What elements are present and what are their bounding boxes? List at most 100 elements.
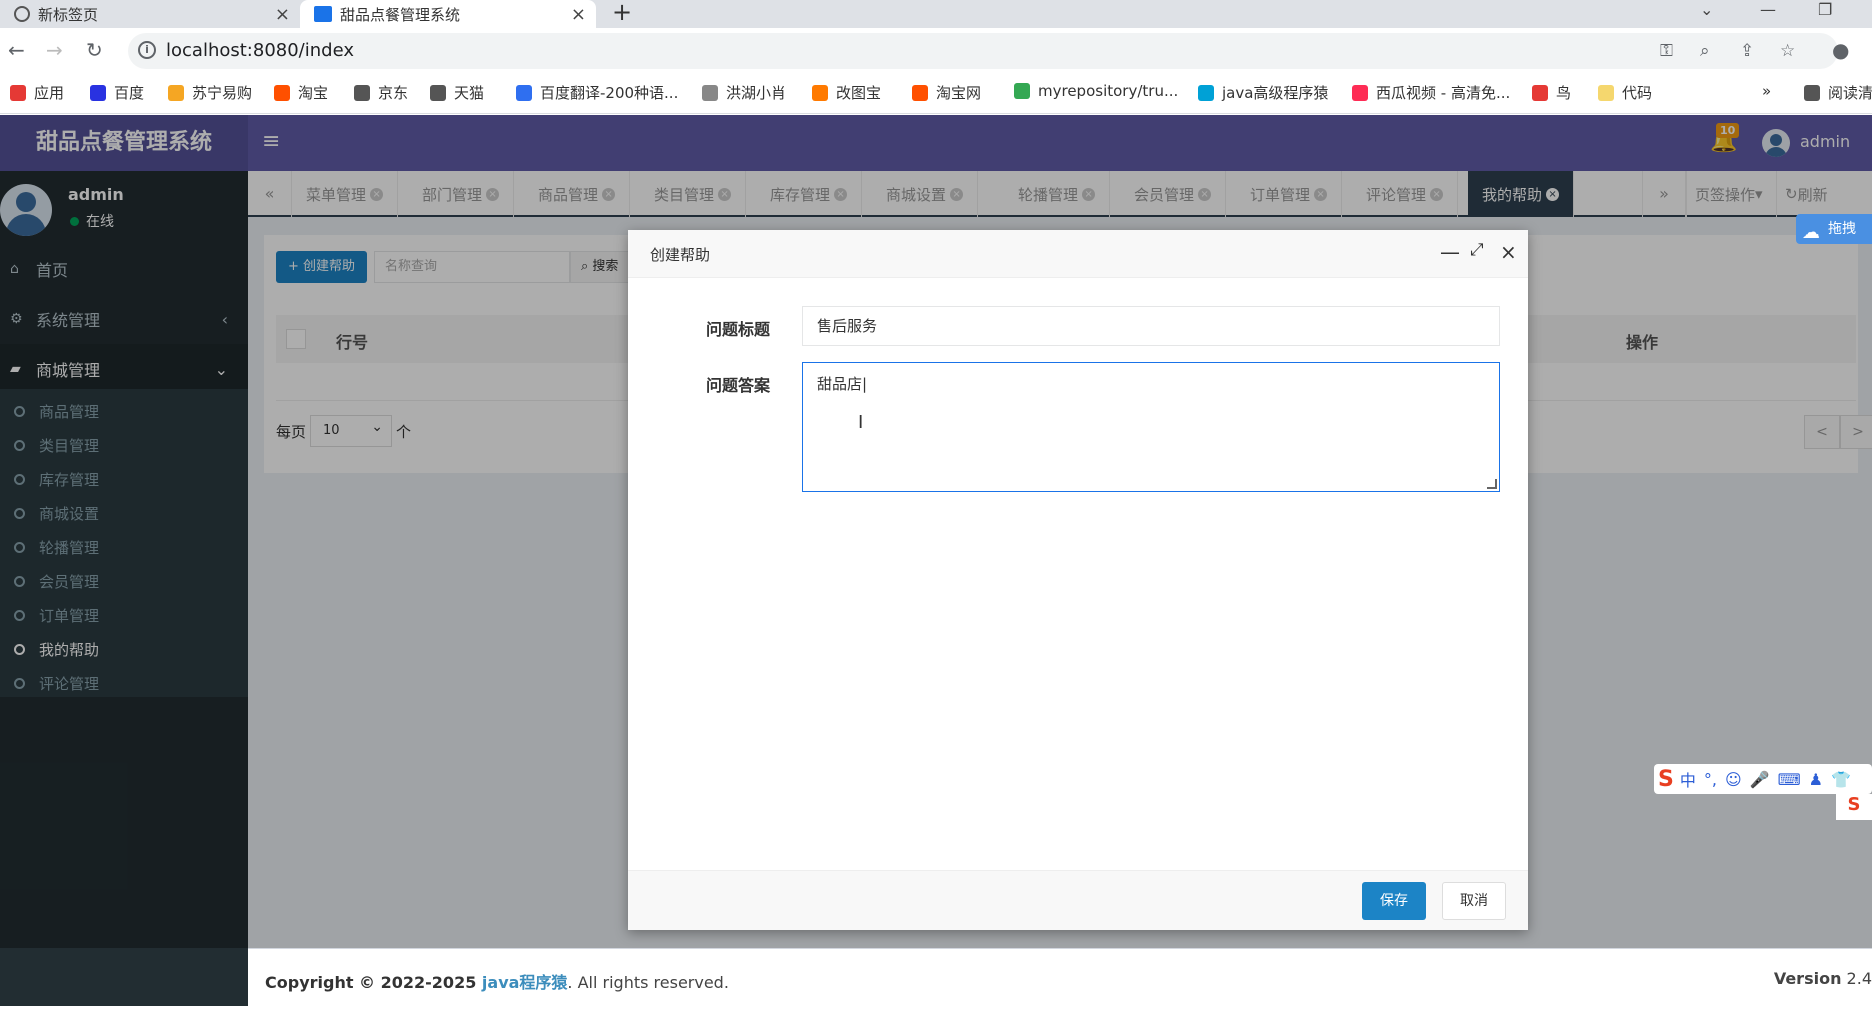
keyboard-icon[interactable]: ⌨	[1778, 770, 1801, 789]
bookmark-favicon-icon	[1532, 84, 1548, 101]
bookmark-item[interactable]: 改图宝	[812, 82, 881, 103]
version-value: 2.4	[1846, 969, 1872, 988]
browser-tab-title: 新标签页	[38, 5, 99, 24]
close-icon[interactable]: ×	[571, 4, 586, 25]
bookmark-label: 天猫	[454, 84, 485, 102]
bookmark-label: 淘宝网	[936, 84, 982, 102]
reload-icon[interactable]: ↻	[86, 38, 103, 62]
version-label: Version	[1773, 969, 1842, 988]
punctuation-icon[interactable]: °,	[1704, 770, 1717, 789]
bookmark-label: 鸟	[1556, 84, 1572, 102]
bookmark-item[interactable]: 淘宝网	[912, 82, 981, 103]
skin-icon[interactable]: 👕	[1831, 770, 1851, 789]
dialog-title: 创建帮助	[650, 246, 711, 264]
bookmarks-bar: 应用 百度 苏宁易购 淘宝 京东 天猫 百度翻译-200种语... 洪湖小肖 改图宝 淘宝网 myr…	[0, 74, 1872, 114]
ime-toolbar[interactable]: S 中 °, ☺ 🎤 ⌨ ♟ 👕	[1654, 764, 1872, 794]
share-icon[interactable]: ⇪	[1740, 41, 1754, 61]
bookmark-item[interactable]: 鸟	[1532, 82, 1571, 103]
new-tab-button[interactable]: +	[612, 0, 632, 26]
bookmark-label: 百度	[114, 84, 145, 102]
copyright-suffix: . All rights reserved.	[567, 973, 729, 992]
bookmark-favicon-icon	[516, 84, 532, 101]
browser-tab-app[interactable]: 甜品点餐管理系统 ×	[300, 0, 596, 28]
chrome-icon	[14, 6, 30, 22]
bookmark-item[interactable]: 天猫	[430, 82, 484, 103]
bookmark-label: 代码	[1622, 84, 1653, 102]
bookmark-label: 阅读清	[1828, 84, 1872, 102]
question-title-input[interactable]: 售后服务	[802, 306, 1500, 346]
baidu-netdisk-widget[interactable]: ☁ 拖拽	[1796, 214, 1872, 244]
bookmark-favicon-icon	[912, 84, 928, 101]
bookmark-item[interactable]: 西瓜视频 - 高清免...	[1352, 82, 1510, 103]
sogou-mini-icon[interactable]: S	[1836, 794, 1872, 820]
browser-tab-newtab[interactable]: 新标签页 ×	[0, 0, 300, 28]
bookmark-favicon-icon	[1198, 84, 1214, 101]
bookmark-item[interactable]: 京东	[354, 82, 408, 103]
save-button[interactable]: 保存	[1362, 882, 1426, 920]
bookmark-label: 洪湖小肖	[726, 84, 787, 102]
key-icon[interactable]: ⚿	[1660, 41, 1673, 61]
info-icon[interactable]: i	[138, 41, 156, 59]
footer: Copyright © 2022-2025 java程序猿. All right…	[248, 948, 1872, 1006]
bookmark-favicon-icon	[354, 84, 370, 101]
dialog-header: 创建帮助 — ⤢ ×	[628, 230, 1528, 278]
bookmark-favicon-icon	[1352, 84, 1368, 101]
bookmark-item[interactable]: 洪湖小肖	[702, 82, 786, 103]
answer-label: 问题答案	[706, 376, 771, 395]
resize-grip-icon[interactable]	[1487, 479, 1497, 489]
bookmark-favicon-icon	[812, 84, 828, 101]
answer-textarea[interactable]: 甜品店|	[802, 362, 1500, 492]
bookmark-item[interactable]: 阅读清	[1804, 82, 1872, 103]
text-caret: |	[862, 375, 868, 393]
copyright-link[interactable]: java程序猿	[482, 973, 568, 992]
baidu-widget-label: 拖拽	[1828, 221, 1856, 237]
bookmark-label: 京东	[378, 84, 409, 102]
version: Version 2.4	[1774, 969, 1872, 988]
maximize-icon[interactable]: ⤢	[1470, 240, 1484, 260]
bookmark-label: myrepository/tru...	[1038, 82, 1179, 100]
browser-tabbar: 新标签页 × 甜品点餐管理系统 × + ⌄ — ❐	[0, 0, 1872, 28]
bookmark-label: 西瓜视频 - 高清免...	[1376, 84, 1511, 102]
bookmark-favicon-icon	[1014, 83, 1030, 99]
forward-icon[interactable]: →	[46, 38, 63, 62]
bookmark-label: java高级程序猿	[1222, 84, 1329, 102]
restore-icon[interactable]: ❐	[1818, 0, 1832, 19]
more-bookmarks-icon[interactable]: »	[1762, 82, 1771, 100]
bookmark-favicon-icon	[702, 84, 718, 101]
close-icon[interactable]: ×	[1500, 240, 1517, 264]
create-help-dialog: 创建帮助 — ⤢ × 问题标题 售后服务 问题答案 甜品店| 保存 取消	[628, 230, 1528, 930]
bookmark-item[interactable]: 代码	[1598, 82, 1652, 103]
user-icon[interactable]: ♟	[1809, 770, 1823, 789]
zoom-icon[interactable]: ⌕	[1700, 41, 1710, 61]
bookmark-item[interactable]: 百度	[90, 82, 144, 103]
app-favicon-icon	[314, 6, 332, 22]
sogou-logo-icon: S	[1658, 766, 1674, 792]
emoji-icon[interactable]: ☺	[1725, 770, 1742, 789]
microphone-icon[interactable]: 🎤	[1750, 770, 1770, 789]
bookmark-favicon-icon	[168, 84, 184, 101]
minimize-icon[interactable]: —	[1440, 240, 1460, 264]
ime-lang-toggle[interactable]: 中	[1680, 767, 1696, 791]
bookmark-item[interactable]: 百度翻译-200种语...	[516, 82, 678, 103]
bookmark-item[interactable]: java高级程序猿	[1198, 82, 1328, 103]
profile-icon[interactable]: ●	[1832, 38, 1849, 62]
bookmark-item[interactable]: myrepository/tru...	[1014, 82, 1178, 100]
address-bar[interactable]: i localhost:8080/index ⚿ ⌕ ⇪ ☆	[128, 33, 1838, 69]
url-text[interactable]: localhost:8080/index	[166, 40, 354, 61]
chevron-down-icon[interactable]: ⌄	[1700, 0, 1713, 19]
back-icon[interactable]: ←	[8, 38, 25, 62]
bookmark-favicon-icon	[430, 84, 446, 101]
browser-toolbar: ← → ↻ i localhost:8080/index ⚿ ⌕ ⇪ ☆ ●	[0, 28, 1872, 74]
bookmark-label: 改图宝	[836, 84, 882, 102]
cancel-button[interactable]: 取消	[1442, 882, 1506, 920]
star-icon[interactable]: ☆	[1780, 41, 1795, 61]
browser-tab-title: 甜品点餐管理系统	[340, 5, 461, 24]
close-icon[interactable]: ×	[275, 4, 290, 25]
bookmark-favicon-icon	[90, 84, 106, 101]
bookmark-item[interactable]: 应用	[10, 82, 64, 103]
bookmark-item[interactable]: 淘宝	[274, 82, 328, 103]
text-cursor-icon: I	[858, 412, 864, 433]
bookmark-label: 百度翻译-200种语...	[540, 84, 679, 102]
bookmark-item[interactable]: 苏宁易购	[168, 82, 252, 103]
minimize-icon[interactable]: —	[1760, 0, 1776, 19]
